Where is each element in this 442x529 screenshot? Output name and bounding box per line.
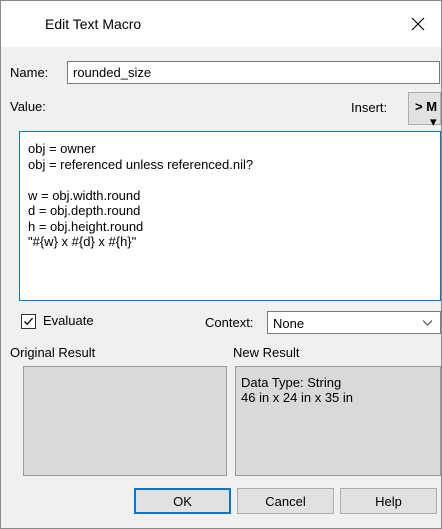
- insert-label: Insert:: [351, 100, 388, 115]
- context-selected-value: None: [273, 316, 305, 331]
- code-line: "#{w} x #{d} x #{h}": [28, 234, 137, 249]
- original-result-label: Original Result: [10, 345, 96, 360]
- original-result-box: [23, 366, 227, 476]
- code-line: w = obj.width.round: [28, 187, 141, 203]
- cancel-button[interactable]: Cancel: [237, 488, 334, 514]
- new-result-box: Data Type: String 46 in x 24 in x 35 in: [235, 366, 441, 476]
- help-button[interactable]: Help: [340, 488, 437, 514]
- dropdown-arrow-icon: ▾: [430, 114, 437, 129]
- code-line: h = obj.height.round: [28, 218, 144, 234]
- ok-button[interactable]: OK: [134, 488, 231, 514]
- chevron-down-icon: [422, 320, 433, 326]
- value-textarea[interactable]: obj = owner obj = referenced unless refe…: [19, 131, 441, 301]
- dialog-title: Edit Text Macro: [45, 16, 142, 32]
- result-data-type: Data Type: String: [241, 375, 342, 390]
- checkmark-icon: [24, 317, 33, 326]
- close-icon: [411, 17, 425, 31]
- evaluate-label: Evaluate: [43, 313, 94, 328]
- code-line: obj = owner: [28, 141, 96, 156]
- edit-text-macro-dialog: Edit Text Macro Name: Value: Insert: > M…: [0, 0, 442, 529]
- value-label: Value:: [10, 99, 46, 114]
- evaluate-checkbox[interactable]: [21, 314, 36, 329]
- name-input[interactable]: [67, 61, 440, 84]
- title-bar: Edit Text Macro: [1, 1, 441, 47]
- close-button[interactable]: [395, 1, 441, 47]
- new-result-label: New Result: [233, 345, 300, 360]
- insert-macro-button[interactable]: > M ▾: [408, 92, 441, 129]
- result-value: 46 in x 24 in x 35 in: [241, 390, 354, 405]
- code-line: obj = referenced unless referenced.nil?: [28, 156, 254, 172]
- name-label: Name:: [10, 65, 49, 80]
- insert-button-text: > M: [415, 99, 438, 114]
- code-line: d = obj.depth.round: [28, 203, 141, 218]
- context-select[interactable]: None: [267, 311, 441, 334]
- context-label: Context:: [205, 315, 254, 330]
